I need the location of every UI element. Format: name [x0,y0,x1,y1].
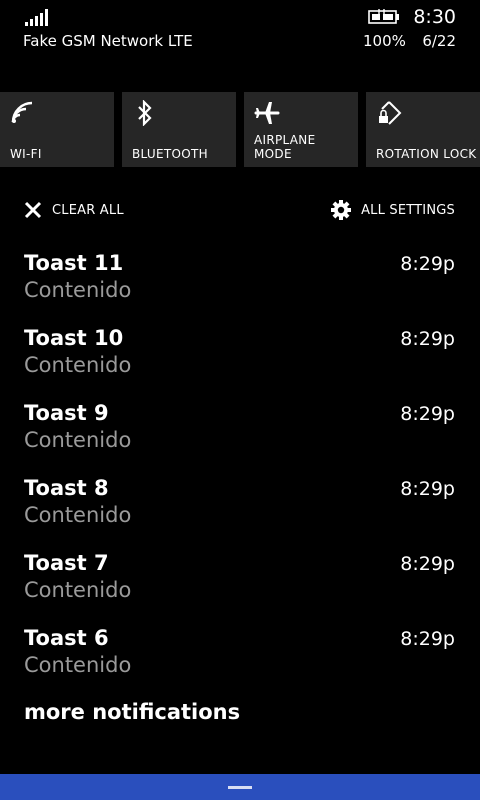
clear-all-button[interactable]: CLEAR ALL [24,195,124,225]
notification-time: 8:29p [400,253,455,275]
notification-title: Toast 8 [24,476,109,500]
bluetooth-tile-label: BLUETOOTH [132,147,208,161]
bluetooth-icon [138,100,152,126]
battery-charging-icon [368,9,399,24]
notification-item[interactable]: Toast 9 Contenido 8:29p [0,398,480,473]
action-row: CLEAR ALL ALL SETTINGS [0,195,480,227]
airplane-mode-tile[interactable]: AIRPLANE MODE [244,92,358,167]
notification-title: Toast 7 [24,551,109,575]
notification-item[interactable]: Toast 10 Contenido 8:29p [0,323,480,398]
gear-icon [331,200,352,220]
notification-title: Toast 6 [24,626,109,650]
status-time: 8:30 [413,6,456,28]
notification-list: Toast 11 Contenido 8:29p Toast 10 Conten… [0,248,480,698]
status-bar: Fake GSM Network LTE 8:30 100% 6/22 [0,0,480,60]
drag-handle-icon [228,786,252,789]
rotation-lock-icon [379,101,402,125]
status-date: 6/22 [422,32,456,50]
notification-title: Toast 9 [24,401,109,425]
notification-item[interactable]: Toast 8 Contenido 8:29p [0,473,480,548]
airplane-icon [254,102,280,124]
notification-time: 8:29p [400,478,455,500]
notification-time: 8:29p [400,628,455,650]
close-icon [24,201,42,219]
notification-item[interactable]: Toast 7 Contenido 8:29p [0,548,480,623]
drawer-handle-bar[interactable] [0,774,480,800]
notification-time: 8:29p [400,553,455,575]
all-settings-button[interactable]: ALL SETTINGS [331,195,455,225]
wifi-icon [11,101,33,123]
notification-time: 8:29p [400,403,455,425]
battery-percent: 100% [363,32,406,50]
notification-body: Contenido [24,653,132,677]
wifi-tile-label: WI-FI [10,147,42,161]
quick-actions: WI-FI BLUETOOTH AIRPLANE MODE ROTATION L… [0,92,480,167]
notification-time: 8:29p [400,328,455,350]
wifi-tile[interactable]: WI-FI [0,92,114,167]
notification-body: Contenido [24,503,132,527]
notification-title: Toast 11 [24,251,124,275]
more-notifications-link[interactable]: more notifications [24,700,240,724]
rotation-lock-tile[interactable]: ROTATION LOCK [366,92,480,167]
all-settings-label: ALL SETTINGS [361,202,455,218]
notification-item[interactable]: Toast 11 Contenido 8:29p [0,248,480,323]
clear-all-label: CLEAR ALL [52,202,124,218]
notification-body: Contenido [24,428,132,452]
notification-body: Contenido [24,353,132,377]
airplane-mode-tile-label: AIRPLANE MODE [254,133,316,161]
bluetooth-tile[interactable]: BLUETOOTH [122,92,236,167]
signal-bars-icon [25,8,55,26]
notification-title: Toast 10 [24,326,124,350]
notification-body: Contenido [24,278,132,302]
notification-item[interactable]: Toast 6 Contenido 8:29p [0,623,480,698]
notification-body: Contenido [24,578,132,602]
carrier-name: Fake GSM Network LTE [23,32,193,50]
rotation-lock-tile-label: ROTATION LOCK [376,147,477,161]
